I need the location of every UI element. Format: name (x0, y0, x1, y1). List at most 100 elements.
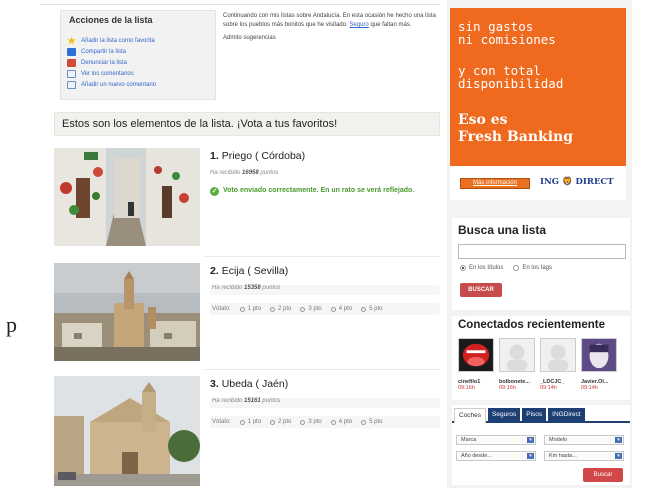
connected-user[interactable]: cinefilo1 09:16h (458, 338, 494, 391)
tab-ingdirect[interactable]: INGDirect (548, 408, 585, 423)
item-photo-ubeda[interactable] (54, 376, 200, 486)
action-add-comment[interactable]: Añadir un nuevo comentario (67, 79, 215, 90)
item-title[interactable]: 2. Ecija ( Sevilla) (210, 265, 440, 281)
vote-label: Vótalo: (212, 419, 231, 425)
vote-option-1[interactable]: 1 pto (239, 419, 262, 425)
radio-icon (270, 306, 276, 312)
item-title[interactable]: 3. Ubeda ( Jaén) (210, 378, 440, 394)
radio-tags-label: En los tags (522, 265, 553, 271)
item-name: Priego ( Córdoba) (221, 150, 306, 162)
points-suffix: puntos (262, 398, 281, 404)
connected-user[interactable]: Javier.Ol... 09:14h (581, 338, 617, 391)
classifieds-search-button[interactable]: Buscar (583, 468, 623, 482)
top-divider (40, 4, 440, 5)
connected-user[interactable]: bolbonete... 09:16h (499, 338, 535, 391)
recently-connected-panel: Conectados recientemente cinefilo1 09:16… (452, 316, 630, 400)
points-value: 15358 (244, 285, 261, 291)
item-points: Ha recibido 16958 puntos (210, 170, 440, 180)
description-suggestion: Admito sugerencias (223, 35, 276, 41)
item-photo-ecija[interactable] (54, 263, 200, 361)
vote-option-4[interactable]: 4 pto (330, 306, 352, 312)
star-icon (67, 36, 76, 45)
search-list-panel: Busca una lista En los títulos En los ta… (452, 218, 630, 310)
user-time: 09:16h (458, 385, 475, 391)
tab-seguros[interactable]: Seguros (488, 408, 521, 423)
chevron-down-icon: ▾ (527, 453, 534, 459)
action-label: Añadir un nuevo comentario (81, 81, 157, 88)
ad-subline: y con total disponibilidad (458, 64, 563, 90)
item-photo-priego[interactable] (54, 148, 200, 246)
vote-option-label: 2 pto (278, 306, 292, 312)
km-to-value: Km hasta... (549, 453, 577, 459)
vote-option-1[interactable]: 1 pto (239, 306, 262, 312)
km-to-select[interactable]: Km hasta... ▾ (544, 451, 624, 461)
radio-titles[interactable] (460, 265, 466, 271)
radio-icon (270, 419, 276, 425)
vote-option-label: 1 pto (247, 419, 262, 425)
radio-icon (300, 306, 306, 312)
vote-option-3[interactable]: 3 pto (300, 419, 322, 425)
list-item: 3. Ubeda ( Jaén) Ha recibido 15161 punto… (54, 376, 440, 486)
chevron-down-icon: ▾ (615, 437, 622, 443)
ing-direct-ad[interactable]: sin gastos ni comisiones y con total dispo… (450, 8, 626, 200)
points-suffix: puntos (260, 170, 279, 176)
vote-option-3[interactable]: 3 pto (300, 306, 322, 312)
vote-option-5[interactable]: 5 pto (361, 419, 382, 425)
tab-coches[interactable]: Coches (454, 408, 487, 423)
vote-option-label: 4 pto (338, 419, 353, 425)
action-share[interactable]: Compartir la lista (67, 46, 215, 57)
radio-titles-label: En los títulos (469, 265, 504, 271)
radio-icon (361, 419, 367, 425)
search-scope: En los títulos En los tags (460, 265, 552, 271)
ing-direct-logo: ING 🦁 DIRECT (540, 177, 614, 187)
stray-text: p (6, 312, 17, 337)
vote-option-5[interactable]: 5 pto (361, 306, 382, 312)
list-item: 1. Priego ( Córdoba) Ha recibido 16958 p… (54, 148, 440, 250)
vote-option-4[interactable]: 4 pto (330, 419, 353, 425)
make-select-value: Marca (461, 437, 477, 443)
model-select[interactable]: Modelo ▾ (544, 435, 624, 445)
description-link[interactable]: Seguro (349, 22, 368, 28)
vote-option-label: 5 pto (369, 306, 383, 312)
radio-tags[interactable] (513, 265, 520, 271)
vote-option-2[interactable]: 2 pto (270, 306, 291, 312)
search-title: Busca una lista (458, 223, 547, 237)
action-label: Denunciar la lista (81, 59, 128, 66)
success-text: Voto enviado correctamente. En un rato s… (223, 187, 415, 194)
tab-pisos[interactable]: Pisos (522, 408, 547, 423)
lion-icon: 🦁 (561, 177, 573, 187)
connected-user[interactable]: _LDCJC_ 09:14h (540, 338, 576, 391)
item-separator (204, 369, 440, 370)
search-button[interactable]: BUSCAR (460, 283, 502, 297)
vote-options: Vótalo: 1 pto 2 pto 3 pto 4 pto 5 pto (210, 416, 440, 428)
vote-option-label: 3 pto (308, 306, 322, 312)
radio-icon (361, 306, 367, 312)
year-from-select[interactable]: Año desde... ▾ (456, 451, 536, 461)
make-select[interactable]: Marca ▾ (456, 435, 536, 445)
radio-icon (330, 306, 336, 312)
action-add-favorite[interactable]: Añadir la lista como favorita (67, 35, 215, 46)
vote-label: Vótalo: (212, 306, 231, 312)
points-prefix: Ha recibido (212, 398, 243, 404)
points-suffix: puntos (262, 285, 281, 291)
action-report[interactable]: Denunciar la lista (67, 57, 215, 68)
chevron-down-icon: ▾ (615, 453, 622, 459)
vote-option-2[interactable]: 2 pto (270, 419, 291, 425)
action-view-comments[interactable]: Ver los comentarios (67, 68, 215, 79)
user-time: 09:14h (540, 385, 557, 391)
vote-option-label: 1 pto (247, 306, 262, 312)
action-label: Añadir la lista como favorita (81, 37, 155, 44)
radio-icon (330, 419, 336, 425)
item-number: 3. (210, 378, 219, 390)
add-comment-icon (67, 80, 76, 89)
search-input[interactable] (458, 244, 626, 259)
radio-icon (239, 306, 245, 312)
classifieds-widget: Coches Seguros Pisos INGDirect Marca ▾ Mo… (452, 405, 630, 485)
points-prefix: Ha recibido (212, 285, 243, 291)
classifieds-tabs: Coches Seguros Pisos INGDirect (452, 405, 630, 423)
logo-text: ING (540, 177, 560, 187)
description-text-after: que faltan más. (370, 22, 412, 28)
item-title[interactable]: 1. Priego ( Córdoba) (210, 150, 440, 166)
points-value: 15161 (244, 398, 261, 404)
ad-more-info-button[interactable]: Más información (460, 178, 530, 189)
